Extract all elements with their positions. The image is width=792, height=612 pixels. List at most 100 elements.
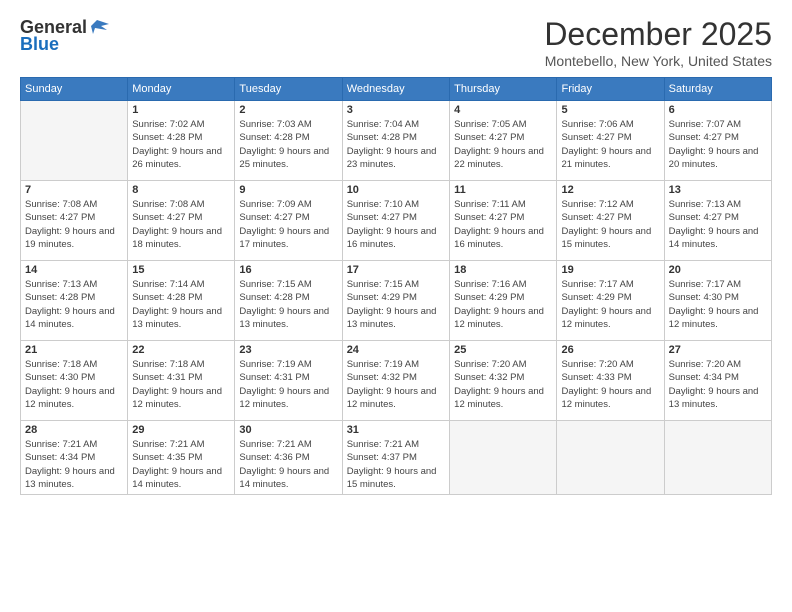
weekday-header-row: SundayMondayTuesdayWednesdayThursdayFrid…: [21, 78, 772, 101]
header: General Blue December 2025 Montebello, N…: [20, 16, 772, 69]
day-info: Sunrise: 7:08 AMSunset: 4:27 PMDaylight:…: [25, 198, 123, 251]
day-number: 26: [561, 344, 659, 356]
weekday-header-cell: Saturday: [664, 78, 771, 101]
day-info: Sunrise: 7:09 AMSunset: 4:27 PMDaylight:…: [239, 198, 337, 251]
calendar-day-cell: 5Sunrise: 7:06 AMSunset: 4:27 PMDaylight…: [557, 101, 664, 181]
calendar-body: 1 Sunrise: 7:02 AMSunset: 4:28 PMDaylight…: [21, 101, 772, 495]
day-number: 14: [25, 264, 123, 276]
calendar-day-cell: [557, 421, 664, 495]
weekday-header-cell: Tuesday: [235, 78, 342, 101]
calendar-page: General Blue December 2025 Montebello, N…: [0, 0, 792, 612]
day-number: 10: [347, 184, 445, 196]
day-info: Sunrise: 7:16 AMSunset: 4:29 PMDaylight:…: [454, 278, 552, 331]
day-number: 4: [454, 104, 552, 116]
calendar-day-cell: 17 Sunrise: 7:15 AMSunset: 4:29 PMDayligh…: [342, 261, 449, 341]
day-number: 24: [347, 344, 445, 356]
calendar-week-row: 7 Sunrise: 7:08 AMSunset: 4:27 PMDaylight…: [21, 181, 772, 261]
logo: General Blue: [20, 16, 111, 55]
weekday-header-cell: Friday: [557, 78, 664, 101]
calendar-day-cell: 27 Sunrise: 7:20 AMSunset: 4:34 PMDayligh…: [664, 341, 771, 421]
day-number: 12: [561, 184, 659, 196]
day-info: Sunrise: 7:21 AMSunset: 4:36 PMDaylight:…: [239, 438, 337, 491]
day-number: 1: [132, 104, 230, 116]
calendar-day-cell: 28 Sunrise: 7:21 AMSunset: 4:34 PMDayligh…: [21, 421, 128, 495]
day-info: Sunrise: 7:21 AMSunset: 4:34 PMDaylight:…: [25, 438, 123, 491]
calendar-week-row: 28 Sunrise: 7:21 AMSunset: 4:34 PMDayligh…: [21, 421, 772, 495]
weekday-header-cell: Monday: [128, 78, 235, 101]
day-number: 3: [347, 104, 445, 116]
calendar-day-cell: 7 Sunrise: 7:08 AMSunset: 4:27 PMDaylight…: [21, 181, 128, 261]
day-number: 17: [347, 264, 445, 276]
month-title: December 2025: [544, 16, 772, 53]
calendar-day-cell: 22Sunrise: 7:18 AMSunset: 4:31 PMDayligh…: [128, 341, 235, 421]
day-number: 2: [239, 104, 337, 116]
calendar-day-cell: 19 Sunrise: 7:17 AMSunset: 4:29 PMDayligh…: [557, 261, 664, 341]
calendar-day-cell: 25 Sunrise: 7:20 AMSunset: 4:32 PMDayligh…: [450, 341, 557, 421]
day-info: Sunrise: 7:12 AMSunset: 4:27 PMDaylight:…: [561, 198, 659, 251]
day-info: Sunrise: 7:17 AMSunset: 4:30 PMDaylight:…: [669, 278, 767, 331]
weekday-header-cell: Wednesday: [342, 78, 449, 101]
day-info: Sunrise: 7:15 AMSunset: 4:29 PMDaylight:…: [347, 278, 445, 331]
logo-bird-icon: [89, 16, 111, 38]
day-info: Sunrise: 7:02 AMSunset: 4:28 PMDaylight:…: [132, 118, 230, 171]
day-number: 11: [454, 184, 552, 196]
weekday-header-cell: Thursday: [450, 78, 557, 101]
day-number: 7: [25, 184, 123, 196]
day-info: Sunrise: 7:17 AMSunset: 4:29 PMDaylight:…: [561, 278, 659, 331]
day-info: Sunrise: 7:04 AMSunset: 4:28 PMDaylight:…: [347, 118, 445, 171]
calendar-day-cell: 9Sunrise: 7:09 AMSunset: 4:27 PMDaylight…: [235, 181, 342, 261]
calendar-day-cell: 2Sunrise: 7:03 AMSunset: 4:28 PMDaylight…: [235, 101, 342, 181]
day-info: Sunrise: 7:21 AMSunset: 4:35 PMDaylight:…: [132, 438, 230, 491]
day-info: Sunrise: 7:20 AMSunset: 4:34 PMDaylight:…: [669, 358, 767, 411]
calendar-week-row: 21 Sunrise: 7:18 AMSunset: 4:30 PMDayligh…: [21, 341, 772, 421]
day-number: 29: [132, 424, 230, 436]
day-info: Sunrise: 7:11 AMSunset: 4:27 PMDaylight:…: [454, 198, 552, 251]
calendar-day-cell: 12 Sunrise: 7:12 AMSunset: 4:27 PMDayligh…: [557, 181, 664, 261]
day-number: 6: [669, 104, 767, 116]
day-info: Sunrise: 7:21 AMSunset: 4:37 PMDaylight:…: [347, 438, 445, 491]
day-info: Sunrise: 7:10 AMSunset: 4:27 PMDaylight:…: [347, 198, 445, 251]
calendar-day-cell: 13Sunrise: 7:13 AMSunset: 4:27 PMDayligh…: [664, 181, 771, 261]
day-info: Sunrise: 7:08 AMSunset: 4:27 PMDaylight:…: [132, 198, 230, 251]
calendar-table: SundayMondayTuesdayWednesdayThursdayFrid…: [20, 77, 772, 495]
day-number: 23: [239, 344, 337, 356]
location: Montebello, New York, United States: [544, 53, 772, 69]
day-number: 15: [132, 264, 230, 276]
calendar-day-cell: 4 Sunrise: 7:05 AMSunset: 4:27 PMDaylight…: [450, 101, 557, 181]
calendar-day-cell: 18Sunrise: 7:16 AMSunset: 4:29 PMDayligh…: [450, 261, 557, 341]
calendar-week-row: 1 Sunrise: 7:02 AMSunset: 4:28 PMDaylight…: [21, 101, 772, 181]
calendar-day-cell: 24Sunrise: 7:19 AMSunset: 4:32 PMDayligh…: [342, 341, 449, 421]
day-number: 16: [239, 264, 337, 276]
day-info: Sunrise: 7:05 AMSunset: 4:27 PMDaylight:…: [454, 118, 552, 171]
day-info: Sunrise: 7:18 AMSunset: 4:30 PMDaylight:…: [25, 358, 123, 411]
day-info: Sunrise: 7:20 AMSunset: 4:32 PMDaylight:…: [454, 358, 552, 411]
calendar-day-cell: [664, 421, 771, 495]
calendar-day-cell: 26 Sunrise: 7:20 AMSunset: 4:33 PMDayligh…: [557, 341, 664, 421]
day-number: 5: [561, 104, 659, 116]
day-info: Sunrise: 7:20 AMSunset: 4:33 PMDaylight:…: [561, 358, 659, 411]
calendar-day-cell: 6Sunrise: 7:07 AMSunset: 4:27 PMDaylight…: [664, 101, 771, 181]
calendar-day-cell: 29 Sunrise: 7:21 AMSunset: 4:35 PMDayligh…: [128, 421, 235, 495]
calendar-day-cell: 23Sunrise: 7:19 AMSunset: 4:31 PMDayligh…: [235, 341, 342, 421]
calendar-day-cell: [21, 101, 128, 181]
day-info: Sunrise: 7:13 AMSunset: 4:28 PMDaylight:…: [25, 278, 123, 331]
calendar-day-cell: 14 Sunrise: 7:13 AMSunset: 4:28 PMDayligh…: [21, 261, 128, 341]
day-number: 19: [561, 264, 659, 276]
day-number: 28: [25, 424, 123, 436]
calendar-day-cell: 31 Sunrise: 7:21 AMSunset: 4:37 PMDayligh…: [342, 421, 449, 495]
calendar-day-cell: 15 Sunrise: 7:14 AMSunset: 4:28 PMDayligh…: [128, 261, 235, 341]
calendar-day-cell: 8 Sunrise: 7:08 AMSunset: 4:27 PMDaylight…: [128, 181, 235, 261]
calendar-day-cell: 16Sunrise: 7:15 AMSunset: 4:28 PMDayligh…: [235, 261, 342, 341]
day-number: 27: [669, 344, 767, 356]
day-number: 31: [347, 424, 445, 436]
day-number: 25: [454, 344, 552, 356]
calendar-day-cell: 30Sunrise: 7:21 AMSunset: 4:36 PMDayligh…: [235, 421, 342, 495]
day-number: 21: [25, 344, 123, 356]
calendar-day-cell: 21 Sunrise: 7:18 AMSunset: 4:30 PMDayligh…: [21, 341, 128, 421]
day-number: 20: [669, 264, 767, 276]
day-info: Sunrise: 7:14 AMSunset: 4:28 PMDaylight:…: [132, 278, 230, 331]
title-block: December 2025 Montebello, New York, Unit…: [544, 16, 772, 69]
day-number: 8: [132, 184, 230, 196]
day-info: Sunrise: 7:13 AMSunset: 4:27 PMDaylight:…: [669, 198, 767, 251]
calendar-day-cell: 1 Sunrise: 7:02 AMSunset: 4:28 PMDaylight…: [128, 101, 235, 181]
